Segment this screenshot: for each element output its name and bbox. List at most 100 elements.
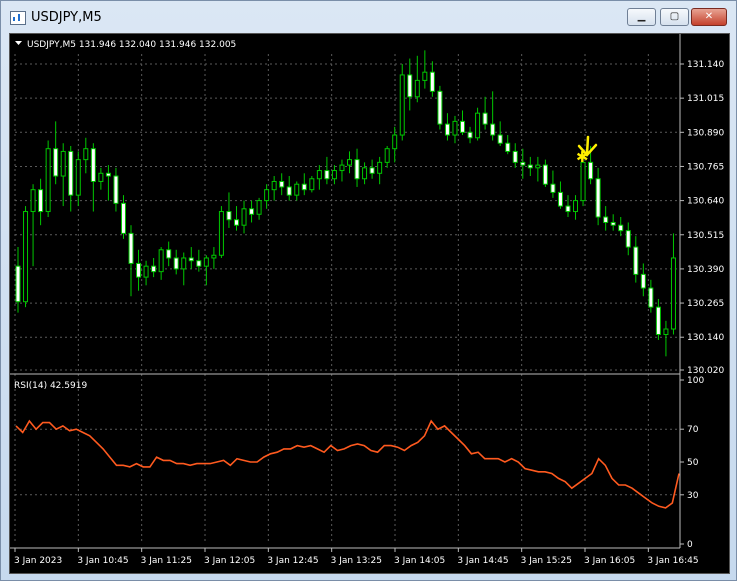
candle-body — [414, 79, 420, 98]
candle-body — [166, 249, 172, 259]
candle-body — [211, 254, 217, 259]
price-tick-label: 130.890 — [687, 128, 724, 138]
time-tick-label: 3 Jan 14:05 — [394, 556, 445, 566]
candle-body — [377, 161, 383, 174]
chart-window-icon — [10, 11, 26, 25]
candle-body — [45, 148, 51, 213]
candle-body — [580, 161, 586, 202]
chart-area[interactable]: 131.140 131.015 130.890 130.765 130.640 130.5… — [9, 33, 730, 574]
candle-body — [23, 211, 29, 303]
candle-body — [482, 112, 488, 125]
candle-body — [264, 189, 270, 202]
time-tick-label: 3 Jan 10:45 — [77, 556, 128, 566]
candle-body — [294, 183, 300, 196]
candle-body — [331, 170, 337, 180]
candle-body — [535, 164, 541, 169]
candle-body — [83, 148, 89, 161]
candle-body — [663, 328, 669, 335]
candle-body — [60, 150, 66, 177]
rsi-tick-label: 100 — [687, 376, 704, 386]
candle-body — [670, 257, 676, 330]
candle-body — [542, 164, 548, 185]
time-tick-label: 3 Jan 12:45 — [267, 556, 318, 566]
rsi-tick-label: 50 — [687, 458, 699, 468]
chart-menu-triangle-icon[interactable] — [15, 41, 22, 45]
candle-body — [557, 191, 563, 207]
candle-body — [362, 167, 368, 180]
candle-body — [640, 273, 646, 289]
candle-body — [256, 200, 262, 215]
candle-body — [53, 148, 59, 177]
candle-body — [151, 265, 157, 273]
title-bar[interactable]: USDJPY,M5 ▁ ▢ ✕ — [1, 1, 736, 35]
candle-body — [233, 219, 239, 226]
candle-body — [30, 189, 36, 213]
candle-body — [384, 148, 390, 163]
candle-body — [173, 257, 179, 270]
candle-body — [196, 260, 202, 267]
candle-body — [595, 178, 601, 218]
price-tick-label: 130.515 — [687, 231, 724, 241]
candle-body — [301, 183, 307, 191]
maximize-button[interactable]: ▢ — [660, 8, 689, 26]
price-tick-label: 130.140 — [687, 333, 724, 343]
terminal-window: USDJPY,M5 ▁ ▢ ✕ 131.140 131.015 130.890 130… — [0, 0, 737, 581]
window-title: USDJPY,M5 — [31, 10, 102, 25]
price-tick-label: 130.390 — [687, 265, 724, 275]
candle-body — [203, 257, 209, 267]
candle-body — [655, 306, 661, 335]
time-tick-label: 3 Jan 2023 — [14, 556, 62, 566]
price-tick-label: 130.765 — [687, 162, 724, 172]
candle-body — [339, 164, 345, 172]
candle-body — [316, 170, 322, 180]
candle-body — [181, 257, 187, 270]
candle-body — [437, 90, 443, 125]
candle-body — [309, 178, 315, 191]
time-tick-label: 3 Jan 11:25 — [141, 556, 192, 566]
candle-body — [625, 230, 631, 248]
candle-body — [452, 120, 458, 136]
candle-body — [143, 265, 149, 278]
chart-canvas[interactable]: 131.140 131.015 130.890 130.765 130.640 130.5… — [10, 34, 729, 573]
candle-body — [15, 265, 21, 303]
close-button[interactable]: ✕ — [691, 8, 727, 26]
candle-body — [444, 123, 450, 136]
candle-body — [354, 159, 360, 180]
candle-body — [467, 131, 473, 139]
time-tick-label: 3 Jan 14:45 — [457, 556, 508, 566]
candle-body — [38, 189, 44, 213]
rsi-tick-label: 70 — [687, 425, 699, 435]
candle-body — [249, 208, 255, 215]
candle-body — [429, 71, 435, 92]
time-tick-label: 3 Jan 12:05 — [204, 556, 255, 566]
time-tick-label: 3 Jan 16:45 — [647, 556, 698, 566]
price-tick-label: 131.140 — [687, 60, 724, 70]
candle-body — [279, 180, 285, 188]
candle-body — [75, 159, 81, 196]
candle-body — [286, 186, 292, 196]
candle-body — [497, 134, 503, 144]
minimize-button[interactable]: ▁ — [627, 8, 656, 26]
candle-body — [527, 164, 533, 169]
chart-header: USDJPY,M5 131.946 132.040 131.946 132.00… — [27, 40, 236, 50]
price-tick-label: 131.015 — [687, 94, 724, 104]
candle-body — [588, 161, 594, 180]
candle-body — [475, 112, 481, 139]
time-tick-label: 3 Jan 16:05 — [584, 556, 635, 566]
time-tick-label: 3 Jan 13:25 — [331, 556, 382, 566]
grid — [14, 54, 680, 544]
candle-body — [158, 249, 164, 273]
rsi-tick-label: 30 — [687, 491, 699, 501]
price-tick-label: 130.265 — [687, 299, 724, 309]
candle-body — [271, 180, 277, 191]
candle-body — [399, 74, 405, 136]
candle-body — [392, 134, 398, 150]
price-tick-label: 130.020 — [687, 366, 724, 376]
candle-body — [218, 211, 224, 256]
candle-body — [98, 172, 104, 182]
candle-body — [347, 159, 352, 166]
candle-body — [512, 150, 518, 163]
candle-body — [573, 200, 579, 213]
candle-body — [648, 287, 654, 308]
candle-body — [68, 150, 74, 196]
